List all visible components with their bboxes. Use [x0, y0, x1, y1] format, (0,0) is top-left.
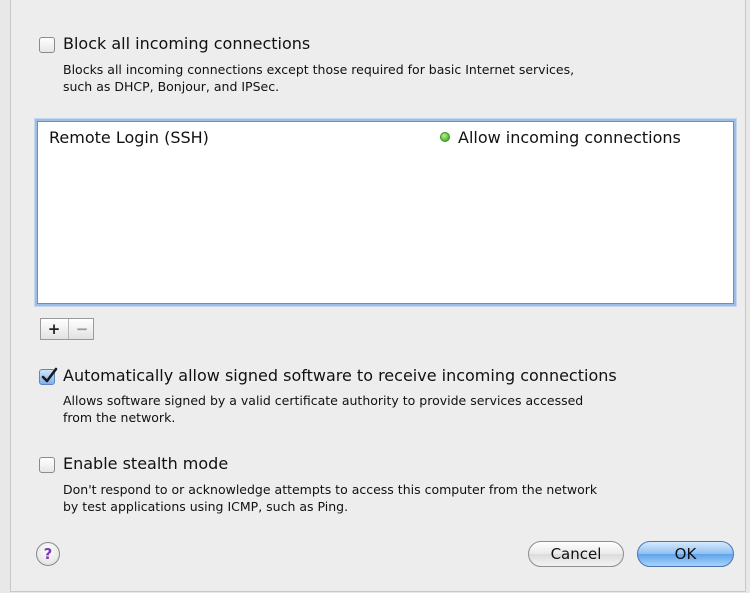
- block-all-label: Block all incoming connections: [63, 34, 311, 53]
- list-controls: + −: [40, 318, 94, 340]
- auto-allow-signed-description-line2: from the network.: [63, 410, 176, 425]
- stealth-mode-description-line1: Don't respond to or acknowledge attempts…: [63, 482, 598, 497]
- block-all-checkbox[interactable]: [39, 37, 55, 53]
- firewall-advanced-sheet: Block all incoming connections Blocks al…: [10, 0, 746, 592]
- green-status-dot-icon: [440, 132, 450, 142]
- auto-allow-signed-description-line1: Allows software signed by a valid certif…: [63, 393, 584, 408]
- cancel-button[interactable]: Cancel: [528, 541, 624, 567]
- stealth-mode-description-line2: by test applications using ICMP, such as…: [63, 499, 349, 514]
- app-status[interactable]: Allow incoming connections: [440, 128, 681, 147]
- auto-allow-signed-label: Automatically allow signed software to r…: [63, 366, 617, 385]
- ok-button[interactable]: OK: [637, 541, 734, 567]
- auto-allow-signed-checkbox[interactable]: [39, 367, 58, 385]
- app-name: Remote Login (SSH): [49, 128, 209, 147]
- apps-list[interactable]: Remote Login (SSH) Allow incoming connec…: [37, 121, 734, 304]
- help-button[interactable]: ?: [36, 542, 60, 566]
- app-status-label: Allow incoming connections: [458, 128, 681, 147]
- add-app-button[interactable]: +: [41, 319, 67, 339]
- checkmark-icon: [41, 367, 58, 383]
- list-item[interactable]: Remote Login (SSH) Allow incoming connec…: [38, 122, 733, 152]
- block-all-description-line1: Blocks all incoming connections except t…: [63, 62, 575, 77]
- block-all-description-line2: such as DHCP, Bonjour, and IPSec.: [63, 79, 280, 94]
- stealth-mode-label: Enable stealth mode: [63, 454, 229, 473]
- stealth-mode-checkbox[interactable]: [39, 457, 55, 473]
- remove-app-button[interactable]: −: [68, 319, 95, 339]
